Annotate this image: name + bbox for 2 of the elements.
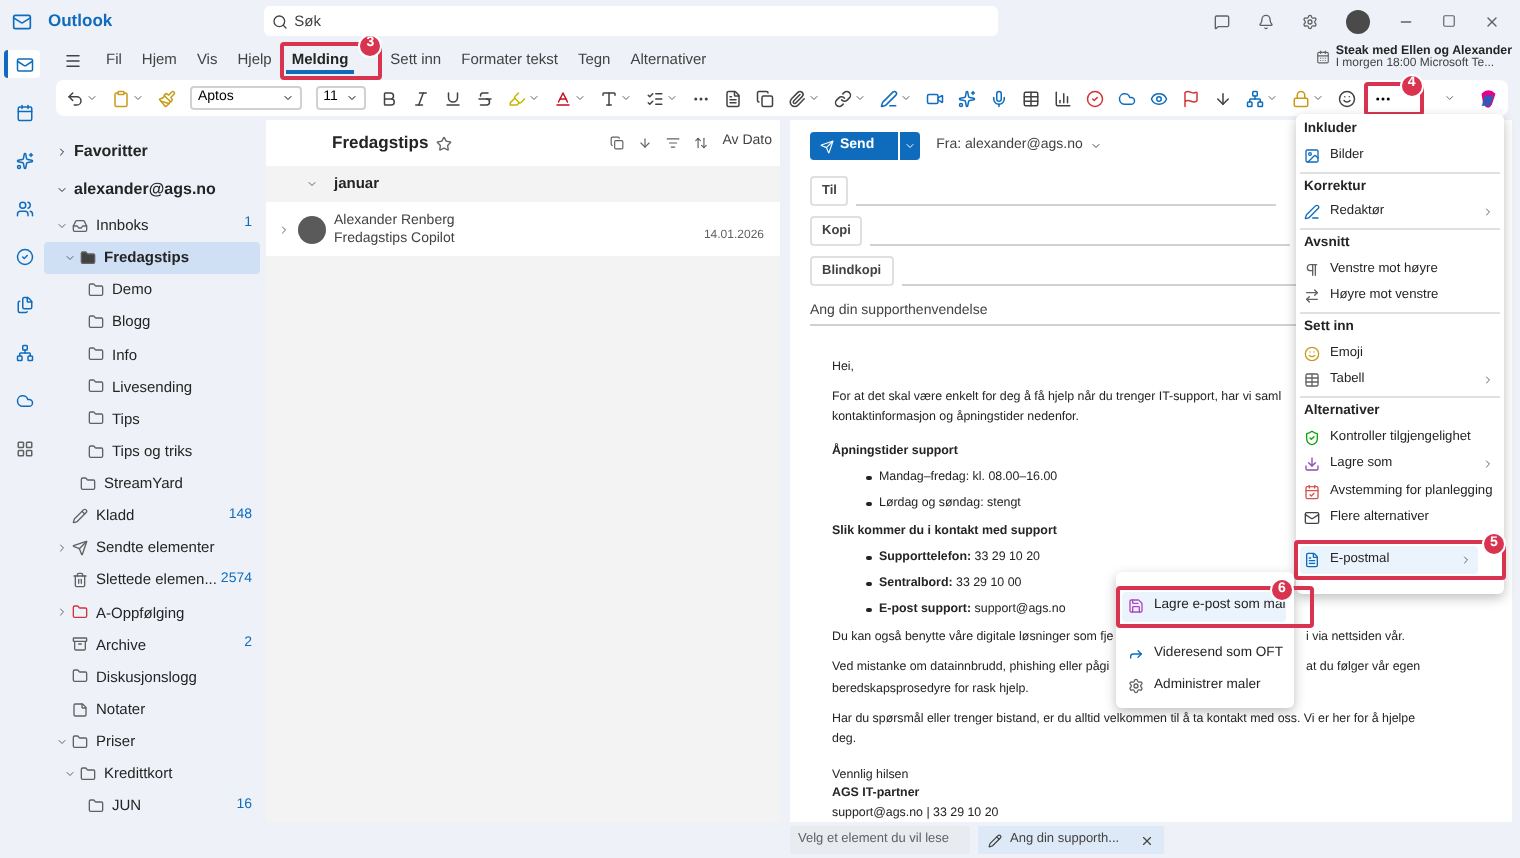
folder-title: Fredagstips	[332, 130, 429, 156]
app-title: Outlook	[48, 8, 113, 34]
